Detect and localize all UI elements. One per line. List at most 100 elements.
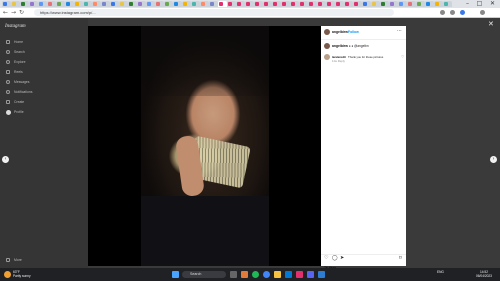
app-icon[interactable] bbox=[241, 271, 248, 278]
post-media[interactable] bbox=[88, 26, 321, 266]
instagram-logo[interactable]: Instagram bbox=[5, 24, 26, 29]
browser-tab[interactable] bbox=[308, 1, 317, 7]
browser-tab[interactable] bbox=[137, 1, 146, 7]
browser-tab[interactable] bbox=[236, 1, 245, 7]
sidebar-item-explore[interactable]: Explore bbox=[4, 58, 84, 66]
browser-tab[interactable] bbox=[218, 1, 227, 7]
browser-tab[interactable] bbox=[443, 1, 452, 7]
browser-tab[interactable] bbox=[146, 1, 155, 7]
address-bar[interactable]: https://www.instagram.com/p/... bbox=[34, 9, 394, 16]
bookmark-icon[interactable]: ⌑ bbox=[399, 255, 402, 261]
browser-tab[interactable] bbox=[407, 1, 416, 7]
sidebar-item-search[interactable]: Search bbox=[4, 48, 84, 56]
browser-tab[interactable] bbox=[254, 1, 263, 7]
browser-tab[interactable] bbox=[20, 1, 29, 7]
browser-tab[interactable] bbox=[128, 1, 137, 7]
spotify-icon[interactable] bbox=[252, 271, 259, 278]
profile-icon[interactable] bbox=[460, 10, 465, 15]
weather-widget[interactable]: 63°F Partly sunny bbox=[13, 270, 31, 278]
extension-icon[interactable] bbox=[450, 10, 455, 15]
word-icon[interactable] bbox=[318, 271, 325, 278]
browser-tab[interactable] bbox=[182, 1, 191, 7]
edge-icon[interactable] bbox=[285, 271, 292, 278]
browser-tab[interactable] bbox=[335, 1, 344, 7]
browser-tab[interactable] bbox=[272, 1, 281, 7]
sidebar-item-create[interactable]: Create bbox=[4, 98, 84, 106]
browser-tab[interactable] bbox=[65, 1, 74, 7]
caption-username[interactable]: angelbirw bbox=[332, 44, 348, 48]
comment-icon[interactable]: ◯ bbox=[332, 255, 338, 261]
clock[interactable]: 14:52 06/04/2023 bbox=[476, 270, 492, 278]
browser-tab[interactable] bbox=[47, 1, 56, 7]
browser-tab[interactable] bbox=[425, 1, 434, 7]
browser-tab[interactable] bbox=[371, 1, 380, 7]
app-icon[interactable] bbox=[307, 271, 314, 278]
browser-tab[interactable] bbox=[416, 1, 425, 7]
chrome-icon[interactable] bbox=[263, 271, 270, 278]
sidebar-item-more[interactable]: More bbox=[4, 256, 84, 264]
browser-tab[interactable] bbox=[164, 1, 173, 7]
avatar[interactable] bbox=[324, 29, 330, 35]
sidebar-item-messages[interactable]: Messages bbox=[4, 78, 84, 86]
post-username[interactable]: angelbirw bbox=[332, 30, 348, 34]
browser-tab[interactable] bbox=[299, 1, 308, 7]
browser-tab[interactable] bbox=[74, 1, 83, 7]
language-indicator[interactable]: ENG bbox=[437, 270, 444, 274]
browser-tab[interactable] bbox=[200, 1, 209, 7]
browser-tab[interactable] bbox=[263, 1, 272, 7]
task-view-icon[interactable] bbox=[230, 271, 237, 278]
more-options-icon[interactable]: ⋯ bbox=[397, 28, 402, 34]
minimize-button[interactable]: – bbox=[463, 0, 472, 8]
browser-tab[interactable] bbox=[326, 1, 335, 7]
browser-tab[interactable] bbox=[344, 1, 353, 7]
next-post-button[interactable]: › bbox=[490, 156, 497, 163]
browser-tab[interactable] bbox=[56, 1, 65, 7]
browser-tab[interactable] bbox=[281, 1, 290, 7]
follow-button[interactable]: Follow bbox=[348, 30, 359, 34]
previous-post-button[interactable]: ‹ bbox=[2, 156, 9, 163]
start-icon[interactable] bbox=[172, 271, 179, 278]
browser-tab[interactable] bbox=[101, 1, 110, 7]
browser-tab[interactable] bbox=[29, 1, 38, 7]
sidebar-item-reels[interactable]: Reels bbox=[4, 68, 84, 76]
avatar[interactable] bbox=[324, 54, 330, 60]
sidebar-item-profile[interactable]: Profile bbox=[4, 108, 84, 116]
taskbar-search[interactable]: Search bbox=[182, 271, 226, 278]
browser-tab[interactable] bbox=[380, 1, 389, 7]
file-explorer-icon[interactable] bbox=[274, 271, 281, 278]
browser-tab[interactable] bbox=[245, 1, 254, 7]
browser-tab[interactable] bbox=[227, 1, 236, 7]
like-icon[interactable]: ♡ bbox=[324, 255, 328, 261]
browser-tab[interactable] bbox=[362, 1, 371, 7]
menu-icon[interactable] bbox=[480, 10, 485, 15]
back-icon[interactable]: ← bbox=[2, 8, 9, 17]
browser-tab[interactable] bbox=[92, 1, 101, 7]
browser-tab[interactable] bbox=[155, 1, 164, 7]
browser-tab[interactable] bbox=[110, 1, 119, 7]
extension-icon[interactable] bbox=[440, 10, 445, 15]
sidebar-item-home[interactable]: Home bbox=[4, 38, 84, 46]
browser-tab[interactable] bbox=[173, 1, 182, 7]
browser-tab[interactable] bbox=[209, 1, 218, 7]
browser-tab[interactable] bbox=[290, 1, 299, 7]
maximize-button[interactable]: □ bbox=[475, 0, 484, 8]
close-window-button[interactable]: ✕ bbox=[488, 0, 497, 8]
browser-tab[interactable] bbox=[398, 1, 407, 7]
comment-like-icon[interactable]: ♡ bbox=[401, 55, 404, 59]
app-icon[interactable] bbox=[296, 271, 303, 278]
browser-tab[interactable] bbox=[434, 1, 443, 7]
comment-meta[interactable]: 11w Reply bbox=[332, 59, 345, 63]
sidebar-item-notifications[interactable]: Notifications bbox=[4, 88, 84, 96]
reload-icon[interactable]: ↻ bbox=[18, 8, 25, 17]
browser-tab[interactable] bbox=[83, 1, 92, 7]
share-icon[interactable]: ➤ bbox=[340, 255, 344, 261]
browser-tab[interactable] bbox=[11, 1, 20, 7]
browser-tab[interactable] bbox=[38, 1, 47, 7]
browser-tab[interactable] bbox=[191, 1, 200, 7]
browser-tab[interactable] bbox=[2, 1, 11, 7]
weather-icon[interactable] bbox=[4, 271, 11, 278]
browser-tab[interactable] bbox=[119, 1, 128, 7]
close-icon[interactable]: ✕ bbox=[488, 20, 494, 28]
browser-tab[interactable] bbox=[317, 1, 326, 7]
browser-tab[interactable] bbox=[353, 1, 362, 7]
